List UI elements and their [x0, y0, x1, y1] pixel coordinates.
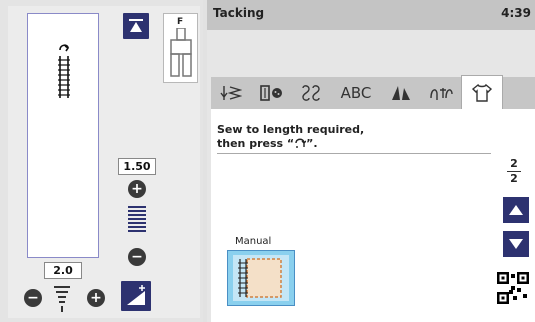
- page-title: Tacking: [213, 6, 265, 20]
- title-bar: Tacking 4:39: [207, 0, 535, 30]
- stitch-preview: [27, 13, 99, 258]
- alternate-stitch-icon: [127, 285, 145, 305]
- presser-foot-indicator: F: [163, 13, 198, 83]
- tab-decorative[interactable]: [291, 77, 331, 109]
- tab-alphabet[interactable]: ABC: [331, 77, 381, 109]
- reverse-stitch-icon: [295, 138, 307, 148]
- plus-icon: +: [131, 181, 143, 197]
- category-tabs: ABC: [211, 75, 535, 110]
- arrow-down-icon: [509, 239, 523, 249]
- message-end: ”.: [306, 137, 318, 150]
- tab-combination[interactable]: [421, 77, 461, 109]
- foot-label: F: [177, 17, 184, 27]
- auto-lock-icon: [129, 19, 143, 32]
- arrow-up-icon: [509, 205, 523, 215]
- length-minus-button[interactable]: −: [128, 248, 146, 266]
- length-plus-button[interactable]: +: [128, 180, 146, 198]
- left-panel: F 1.50 + − 2.0 − +: [0, 0, 203, 322]
- shirt-icon: [471, 83, 493, 102]
- utility-stitch-icon: [220, 86, 242, 100]
- qr-code-icon[interactable]: [497, 272, 529, 304]
- scroll-down-button[interactable]: [503, 231, 529, 257]
- quilting-icon: [392, 86, 410, 100]
- content-area: Sew to length required, then press “ ”. 2…: [211, 109, 535, 322]
- tab-quilting[interactable]: [381, 77, 421, 109]
- minus-icon: −: [27, 290, 39, 306]
- tab-buttonhole[interactable]: [251, 77, 291, 109]
- combination-icon: [430, 88, 453, 100]
- message-symbol-open: “: [286, 137, 295, 150]
- stitch-width-value: 2.0: [44, 262, 82, 279]
- auto-lock-button[interactable]: [123, 13, 149, 39]
- message-divider: [217, 153, 491, 154]
- message-line-2: then press: [217, 137, 284, 150]
- manual-tacking-preview: [233, 255, 289, 301]
- tacking-stitch-icon: [238, 258, 282, 298]
- page-total: 2: [510, 172, 518, 185]
- scroll-up-button[interactable]: [503, 197, 529, 223]
- tab-shirt[interactable]: [461, 75, 503, 110]
- manual-tacking-button[interactable]: [227, 250, 295, 306]
- presser-foot-icon: [170, 28, 192, 77]
- alternate-stitch-button[interactable]: [121, 281, 151, 311]
- stitch-width-icon: [54, 286, 70, 312]
- qr-code-image: [497, 272, 529, 304]
- message-line-1: Sew to length required,: [217, 123, 365, 136]
- stitch-length-value: 1.50: [118, 158, 156, 175]
- manual-label: Manual: [235, 236, 272, 247]
- width-minus-button[interactable]: −: [24, 289, 42, 307]
- minus-icon: −: [131, 249, 143, 265]
- sewing-machine-screen: F 1.50 + − 2.0 − + Tacking 4:39 ABC Sew …: [0, 0, 535, 322]
- stitch-length-icon: [128, 206, 146, 238]
- plus-icon: +: [90, 290, 102, 306]
- clock: 4:39: [501, 6, 531, 20]
- instruction-message: Sew to length required, then press “ ”.: [217, 123, 364, 151]
- width-plus-button[interactable]: +: [87, 289, 105, 307]
- buttonhole-icon: [260, 85, 282, 101]
- tab-utility[interactable]: [211, 77, 251, 109]
- page-indicator: 2 2: [507, 157, 521, 186]
- tacking-stitch-icon: [58, 44, 70, 98]
- decorative-stitch-icon: [302, 85, 320, 101]
- page-current: 2: [507, 157, 521, 172]
- right-panel: Tacking 4:39 ABC Sew to length required,…: [207, 0, 535, 322]
